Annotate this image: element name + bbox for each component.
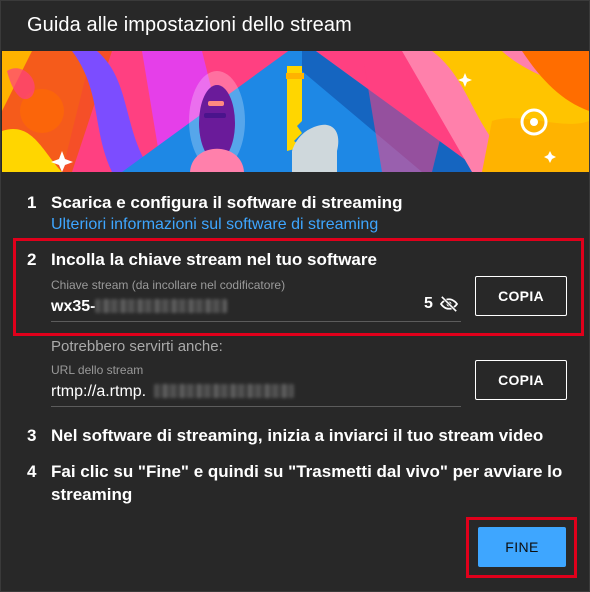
stream-key-char-count: 5: [424, 295, 433, 312]
step-2-number: 2: [27, 250, 37, 269]
step-4-text-line2: streaming: [51, 485, 133, 504]
copy-stream-url-button[interactable]: COPIA: [475, 360, 567, 400]
step-1-text: Scarica e configura il software di strea…: [51, 193, 403, 212]
stream-url-redacted: [154, 384, 294, 398]
step-3-number: 3: [27, 426, 37, 445]
eye-off-icon[interactable]: [439, 296, 459, 312]
stream-url-label: URL dello stream: [51, 363, 144, 377]
step-4-number: 4: [27, 462, 37, 481]
step-3-text: Nel software di streaming, inizia a invi…: [51, 426, 544, 445]
stream-key-value[interactable]: wx35-: [51, 298, 95, 316]
step-2-text: Incolla la chiave stream nel tuo softwar…: [51, 250, 377, 269]
streaming-software-info-link[interactable]: Ulteriori informazioni sul software di s…: [51, 216, 378, 234]
stream-key-redacted: [95, 299, 227, 313]
dialog-header: Guida alle impostazioni dello stream: [1, 1, 589, 51]
stream-setup-dialog: Guida alle impostazioni dello stream 1 S…: [0, 0, 590, 592]
dialog-title: Guida alle impostazioni dello stream: [27, 14, 352, 36]
stream-key-underline: [51, 321, 461, 322]
stream-key-label: Chiave stream (da incollare nel codifica…: [51, 278, 286, 292]
done-button[interactable]: FINE: [478, 527, 566, 567]
banner-illustration: [2, 51, 589, 172]
step-1-number: 1: [27, 193, 37, 212]
step-4-text-line1: Fai clic su "Fine" e quindi su "Trasmett…: [51, 462, 563, 481]
stream-url-value[interactable]: rtmp://a.rtmp.: [51, 383, 146, 401]
stream-url-underline: [51, 406, 461, 407]
extra-section-label: Potrebbero servirti anche:: [51, 338, 223, 355]
copy-stream-key-button[interactable]: COPIA: [475, 276, 567, 316]
